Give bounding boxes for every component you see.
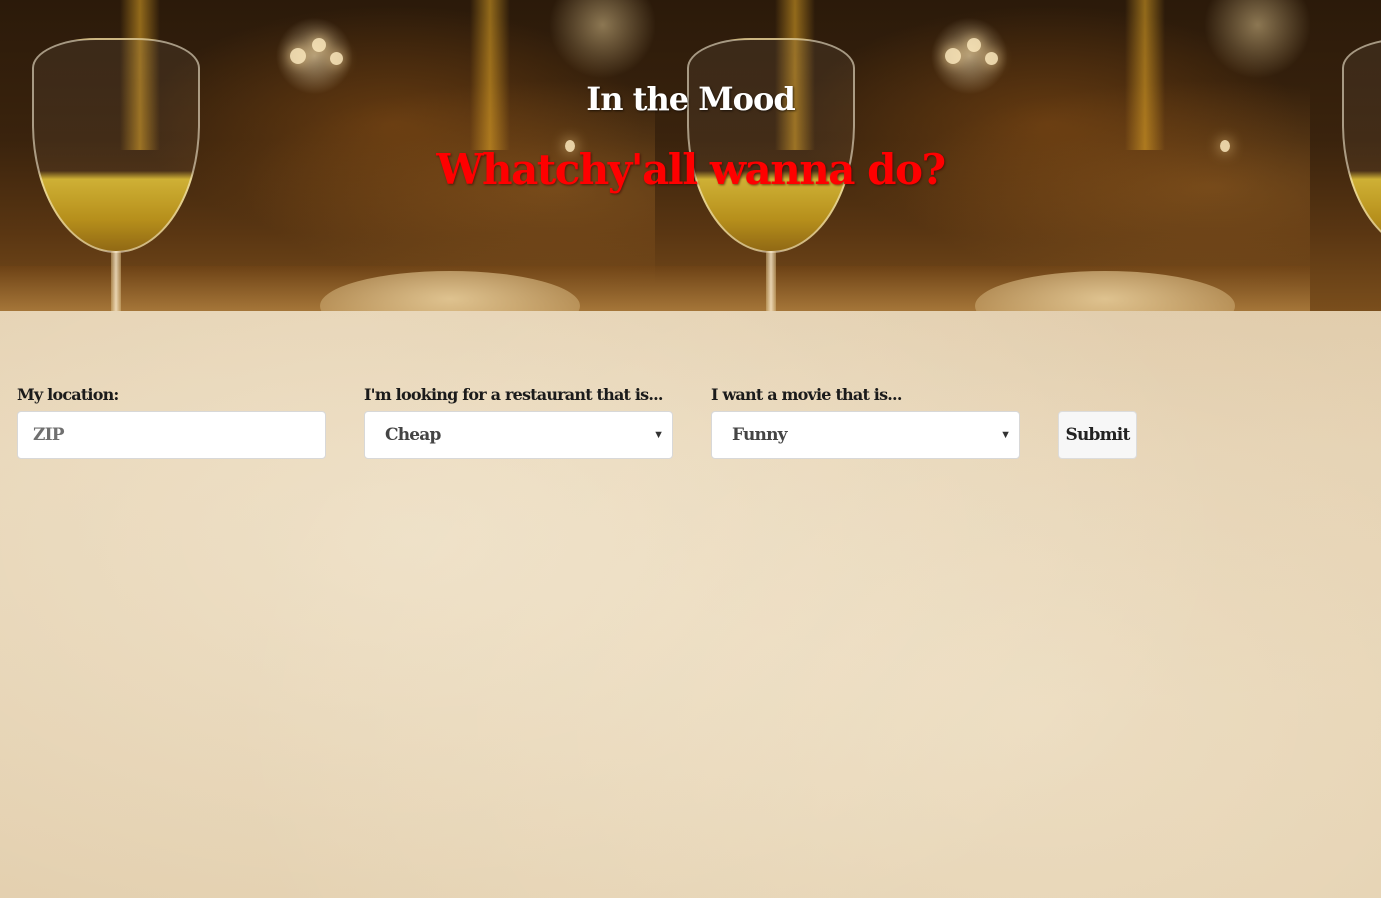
page-subtitle: Whatchy'all wanna do? <box>436 145 946 194</box>
movie-label: I want a movie that is... <box>711 385 902 404</box>
bokeh-light <box>290 48 306 64</box>
restaurant-field: I'm looking for a restaurant that is... … <box>364 382 673 459</box>
triangle-down-icon: ▼ <box>653 429 664 441</box>
triangle-down-icon: ▼ <box>1000 429 1011 441</box>
submit-button[interactable]: Submit <box>1058 411 1137 459</box>
location-label: My location: <box>17 385 119 404</box>
hero-banner: In the Mood Whatchy'all wanna do? <box>0 0 1381 311</box>
page-title: In the Mood <box>586 80 795 118</box>
movie-select[interactable]: Funny ▼ <box>711 411 1020 459</box>
restaurant-label: I'm looking for a restaurant that is... <box>364 385 664 404</box>
movie-field: I want a movie that is... Funny ▼ <box>711 382 1020 459</box>
form-row: My location: I'm looking for a restauran… <box>17 382 1217 472</box>
bokeh-light <box>945 48 961 64</box>
background-light-pillar <box>470 0 510 150</box>
bokeh-light <box>312 38 326 52</box>
bokeh-light <box>967 38 981 52</box>
zip-input[interactable] <box>17 411 326 459</box>
restaurant-select[interactable]: Cheap ▼ <box>364 411 673 459</box>
background-light-pillar <box>1125 0 1165 150</box>
movie-select-value: Funny <box>732 425 788 445</box>
bokeh-light <box>330 52 343 65</box>
bokeh-light <box>985 52 998 65</box>
location-field: My location: <box>17 382 326 459</box>
restaurant-select-value: Cheap <box>385 425 441 445</box>
